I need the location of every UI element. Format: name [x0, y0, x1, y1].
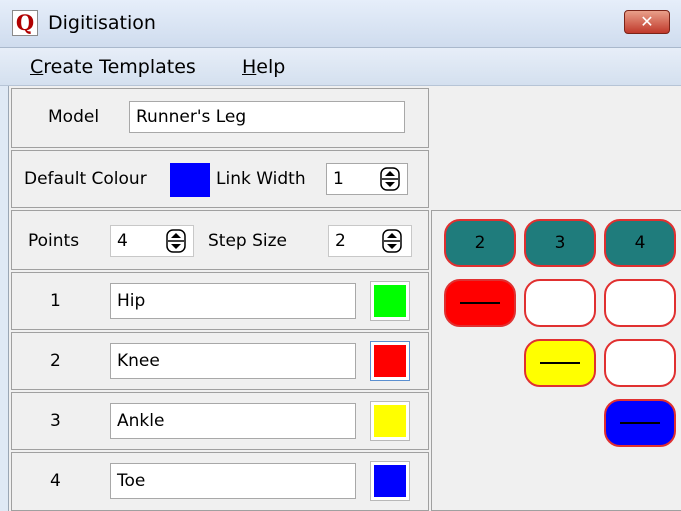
close-icon: ✕	[640, 12, 654, 31]
point-name-field[interactable]: Knee	[110, 343, 356, 379]
menu-label: reate Templates	[43, 56, 196, 78]
menu-label: elp	[256, 56, 286, 78]
link-matrix: 2 3 4	[431, 210, 681, 511]
point-row: 2 Knee	[11, 332, 429, 390]
point-name-field[interactable]: Hip	[110, 283, 356, 319]
point-name-field[interactable]: Ankle	[110, 403, 356, 439]
link-line	[460, 302, 500, 304]
menu-mnemonic: C	[30, 56, 44, 78]
matrix-header: 2	[444, 219, 516, 267]
point-row: 3 Ankle	[11, 392, 429, 450]
model-label: Model	[48, 107, 100, 127]
point-colour-button[interactable]	[370, 341, 410, 381]
point-index: 2	[50, 351, 61, 371]
link-cell-2-3[interactable]	[524, 339, 596, 387]
points-value: 4	[117, 231, 128, 251]
point-colour-button[interactable]	[370, 461, 410, 501]
app-icon: Q	[12, 10, 38, 36]
spin-arrows-icon[interactable]	[380, 167, 400, 191]
point-colour-swatch	[374, 405, 406, 437]
point-index: 3	[50, 411, 61, 431]
content-area: Model Runner's Leg Default Colour Link W…	[8, 86, 681, 511]
link-line	[620, 422, 660, 424]
default-colour-label: Default Colour	[24, 169, 147, 189]
points-panel: Points 4 Step Size 2	[11, 210, 429, 270]
matrix-header: 4	[604, 219, 676, 267]
spin-arrows-icon[interactable]	[166, 229, 186, 253]
menu-create-templates[interactable]: Create Templates	[30, 56, 196, 78]
menu-mnemonic: H	[242, 56, 257, 78]
points-label: Points	[28, 231, 80, 251]
link-cell-2-4[interactable]	[604, 339, 676, 387]
defaults-panel: Default Colour Link Width 1	[11, 150, 429, 208]
point-colour-swatch	[374, 465, 406, 497]
menu-help[interactable]: Help	[242, 56, 285, 78]
step-size-value: 2	[335, 231, 346, 251]
model-field[interactable]: Runner's Leg	[129, 101, 405, 133]
window-title: Digitisation	[48, 12, 156, 34]
point-name-field[interactable]: Toe	[110, 463, 356, 499]
point-index: 4	[50, 471, 61, 491]
point-row: 4 Toe	[11, 452, 429, 511]
matrix-header: 3	[524, 219, 596, 267]
point-colour-swatch	[374, 345, 406, 377]
title-bar: Q Digitisation ✕	[0, 0, 681, 48]
step-size-label: Step Size	[208, 231, 288, 251]
point-index: 1	[50, 291, 61, 311]
point-colour-button[interactable]	[370, 281, 410, 321]
point-colour-button[interactable]	[370, 401, 410, 441]
link-cell-1-2[interactable]	[444, 279, 516, 327]
link-line	[540, 362, 580, 364]
menu-bar: Create Templates Help	[0, 48, 681, 86]
link-width-label: Link Width	[216, 169, 306, 189]
default-colour-swatch[interactable]	[170, 163, 210, 197]
spin-arrows-icon[interactable]	[382, 229, 402, 253]
point-colour-swatch	[374, 285, 406, 317]
link-cell-1-3[interactable]	[524, 279, 596, 327]
point-row: 1 Hip	[11, 272, 429, 330]
link-cell-3-4[interactable]	[604, 399, 676, 447]
close-button[interactable]: ✕	[624, 10, 670, 34]
link-cell-1-4[interactable]	[604, 279, 676, 327]
model-panel: Model Runner's Leg	[11, 88, 429, 148]
link-width-value: 1	[333, 169, 344, 189]
